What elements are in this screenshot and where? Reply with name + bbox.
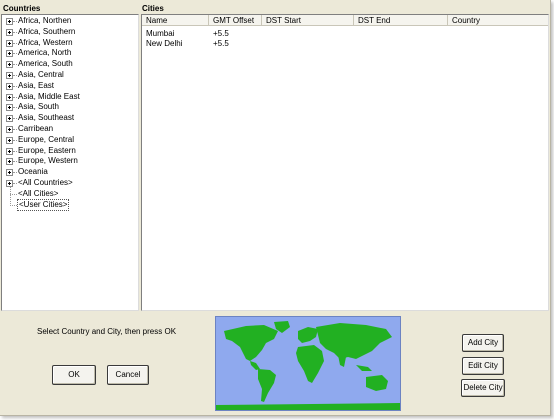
expand-plus-icon[interactable]: [6, 115, 13, 123]
expand-plus-icon[interactable]: [6, 82, 13, 90]
expand-plus-icon[interactable]: [6, 50, 13, 58]
expand-plus-icon[interactable]: [6, 72, 13, 79]
expand-plus-icon[interactable]: [6, 136, 13, 144]
dialog-footer: Select Country and City, then press OK O…: [0, 312, 550, 415]
column-header-dst-end[interactable]: DST End: [354, 15, 448, 26]
cancel-button[interactable]: Cancel: [107, 365, 149, 385]
column-header-dst-start[interactable]: DST Start: [262, 15, 354, 26]
tree-item-label: Europe, Eastern: [18, 145, 76, 155]
tree-item-user-cities[interactable]: <User Cities>: [2, 198, 132, 212]
expand-plus-icon[interactable]: [6, 169, 13, 177]
expand-plus-icon[interactable]: [6, 28, 13, 36]
tree-item-label: Carribean: [18, 124, 54, 133]
cities-pane-title: Cities: [142, 4, 164, 13]
tree-connector: [13, 172, 17, 174]
tree-item-label: Africa, Western: [18, 37, 73, 47]
tree-connector: [13, 129, 17, 130]
tree-item-all-cities[interactable]: <All Cities>: [2, 189, 132, 200]
table-row[interactable]: Mumbai +5.5: [142, 29, 542, 38]
tree-connector: [10, 193, 17, 195]
tree-item-label: <User Cities>: [16, 198, 70, 212]
tree-connector: [13, 75, 17, 76]
tree-connector: [13, 42, 17, 44]
tree-connector: [13, 150, 17, 152]
tree-connector: [13, 183, 17, 184]
cities-list[interactable]: Name GMT Offset DST Start DST End Countr…: [141, 14, 549, 311]
tree-item-label: Asia, Middle East: [18, 91, 80, 101]
tree-item[interactable]: Europe, Eastern: [2, 146, 132, 157]
instruction-text: Select Country and City, then press OK: [37, 327, 177, 336]
countries-tree[interactable]: Africa, Northen Africa, Southern Africa, W…: [1, 14, 139, 311]
tree-item[interactable]: Oceania: [2, 167, 132, 178]
tree-connector: [10, 204, 17, 206]
tree-item-label: <All Cities>: [18, 188, 59, 198]
tree-connector: [13, 31, 17, 33]
tree-item[interactable]: Asia, Middle East: [2, 92, 132, 103]
expand-plus-icon[interactable]: [6, 158, 13, 166]
tree-item-label: Asia, Central: [18, 70, 64, 79]
column-header-name[interactable]: Name: [142, 15, 209, 26]
delete-city-button[interactable]: Delete City: [461, 379, 505, 397]
city-selection-dialog: Countries Africa, Northen Africa, Souther…: [0, 0, 551, 416]
tree-item[interactable]: Europe, Central: [2, 135, 132, 146]
column-header-country[interactable]: Country: [448, 15, 548, 26]
tree-connector: [13, 21, 17, 22]
world-map: [215, 316, 401, 411]
tree-connector: [13, 161, 17, 163]
tree-connector: [13, 107, 17, 109]
tree-item-label: Europe, Central: [18, 134, 75, 144]
tree-item[interactable]: Africa, Southern: [2, 27, 132, 38]
expand-plus-icon[interactable]: [6, 93, 13, 101]
tree-item-label: America, South: [18, 59, 73, 69]
tree-item[interactable]: Carribean: [2, 124, 132, 135]
tree-connector: [13, 53, 17, 55]
tree-connector: [13, 139, 17, 141]
tree-item-label: Oceania: [18, 167, 48, 177]
cell-name: New Delhi: [146, 38, 183, 48]
tree-connector: [13, 85, 17, 87]
tree-item-label: Asia, South: [18, 102, 59, 112]
cell-name: Mumbai: [146, 29, 175, 38]
expand-plus-icon[interactable]: [6, 104, 13, 112]
expand-plus-icon[interactable]: [6, 61, 13, 69]
tree-item-label: America, North: [18, 48, 72, 58]
tree-item-label: Asia, Southeast: [18, 113, 75, 123]
tree-connector: [13, 64, 17, 66]
tree-item-label: <All Countries>: [18, 178, 73, 187]
tree-item-label: Africa, Southern: [18, 26, 76, 36]
tree-item[interactable]: America, North: [2, 48, 132, 59]
tree-item[interactable]: Asia, Southeast: [2, 113, 132, 124]
tree-item-label: Asia, East: [18, 80, 55, 90]
world-map-image: [216, 321, 400, 410]
tree-item[interactable]: Asia, Central: [2, 70, 132, 81]
countries-pane-title: Countries: [3, 4, 41, 13]
tree-item[interactable]: Asia, South: [2, 102, 132, 113]
tree-item-label: Europe, Western: [18, 156, 78, 166]
table-row[interactable]: New Delhi +5.5: [142, 39, 542, 48]
add-city-button[interactable]: Add City: [462, 334, 504, 352]
column-header-gmt-offset[interactable]: GMT Offset: [209, 15, 262, 26]
tree-item[interactable]: America, South: [2, 59, 132, 70]
tree-item[interactable]: Africa, Northen: [2, 16, 132, 27]
tree-item-label: Africa, Northen: [18, 16, 72, 25]
expand-plus-icon[interactable]: [6, 18, 13, 25]
tree-item[interactable]: <All Countries>: [2, 178, 132, 189]
tree-item[interactable]: Asia, East: [2, 81, 132, 92]
edit-city-button[interactable]: Edit City: [462, 357, 504, 375]
tree-connector: [13, 96, 17, 98]
tree-item[interactable]: Africa, Western: [2, 38, 132, 49]
tree-item[interactable]: Europe, Western: [2, 156, 132, 167]
tree-connector: [13, 118, 17, 120]
expand-plus-icon[interactable]: [6, 126, 13, 133]
ok-button[interactable]: OK: [52, 365, 96, 385]
cell-gmt-offset: +5.5: [213, 38, 229, 48]
expand-plus-icon[interactable]: [6, 39, 13, 47]
cell-gmt-offset: +5.5: [213, 29, 229, 38]
expand-plus-icon[interactable]: [6, 147, 13, 155]
